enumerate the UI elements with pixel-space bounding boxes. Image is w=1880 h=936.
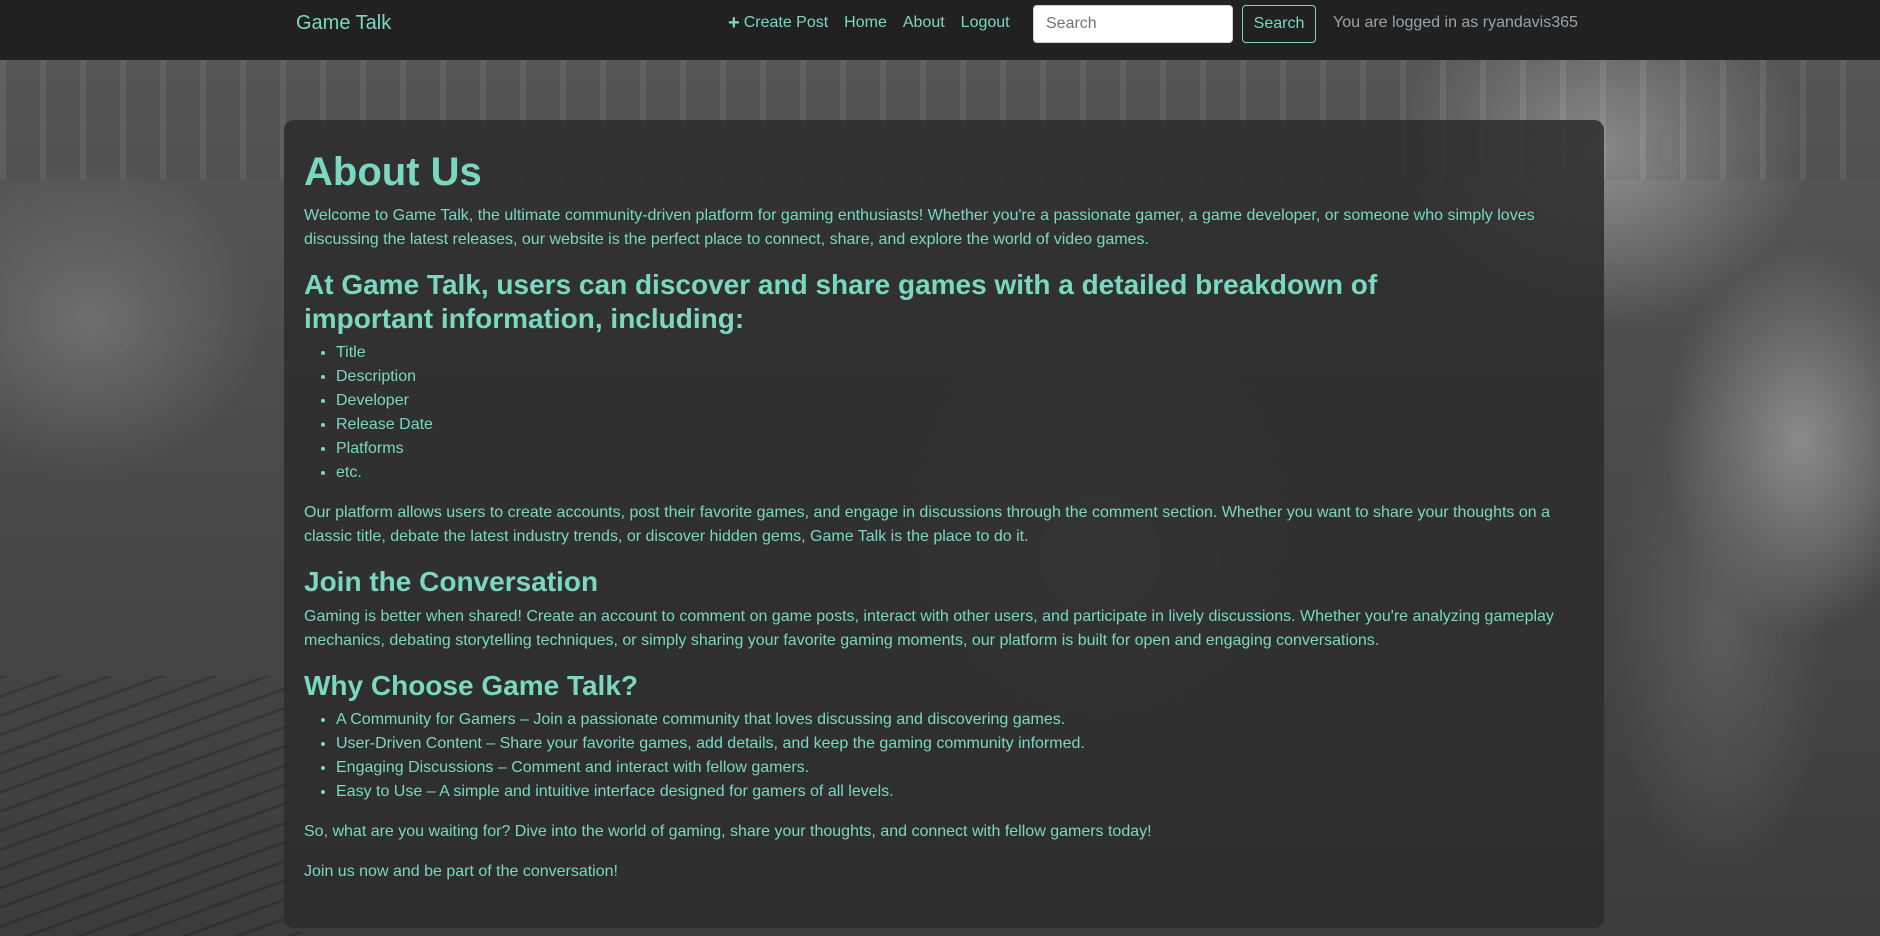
cta-paragraph: So, what are you waiting for? Dive into … (304, 823, 1152, 841)
list-item: Engaging Discussions – Comment and inter… (336, 756, 1584, 780)
logout-link[interactable]: Logout (961, 14, 1010, 32)
list-item: Easy to Use – A simple and intuitive int… (336, 780, 1584, 804)
plus-icon: + (728, 12, 740, 34)
home-link[interactable]: Home (844, 14, 887, 32)
about-link[interactable]: About (903, 14, 945, 32)
navbar: Game Talk + Create Post Home About Logou… (0, 0, 1880, 60)
join-heading: Join the Conversation (304, 566, 599, 598)
list-item: Developer (336, 389, 1584, 413)
list-item: Platforms (336, 437, 1584, 461)
platform-paragraph: Our platform allows users to create acco… (304, 504, 1550, 546)
intro-paragraph: Welcome to Game Talk, the ultimate commu… (304, 207, 1535, 248)
list-item: Title (336, 341, 1584, 365)
create-post-label: Create Post (743, 14, 829, 31)
list-item: User-Driven Content – Share your favorit… (336, 732, 1584, 756)
list-item: etc. (336, 461, 1584, 485)
login-status: You are logged in as ryandavis365 (1333, 14, 1578, 31)
join-paragraph: Gaming is better when shared! Create an … (304, 607, 1554, 649)
about-panel: About Us Welcome to Game Talk, the ultim… (284, 120, 1604, 928)
nav-links: + Create Post Home About Logout (728, 12, 1010, 34)
page-title: About Us (304, 150, 482, 194)
why-heading: Why Choose Game Talk? (304, 669, 638, 701)
brand-link[interactable]: Game Talk (296, 12, 391, 35)
list-item: A Community for Gamers – Join a passiona… (336, 708, 1584, 732)
list-item: Release Date (336, 413, 1584, 437)
search-input[interactable] (1033, 5, 1233, 43)
create-post-link[interactable]: + Create Post (728, 12, 829, 34)
search-button[interactable]: Search (1242, 5, 1316, 43)
why-list: A Community for Gamers – Join a passiona… (304, 708, 1584, 804)
closing-paragraph: Join us now and be part of the conversat… (304, 863, 618, 881)
features-heading: At Game Talk, users can discover and sha… (304, 269, 1378, 334)
list-item: Description (336, 365, 1584, 389)
features-list: Title Description Developer Release Date… (304, 341, 1584, 485)
